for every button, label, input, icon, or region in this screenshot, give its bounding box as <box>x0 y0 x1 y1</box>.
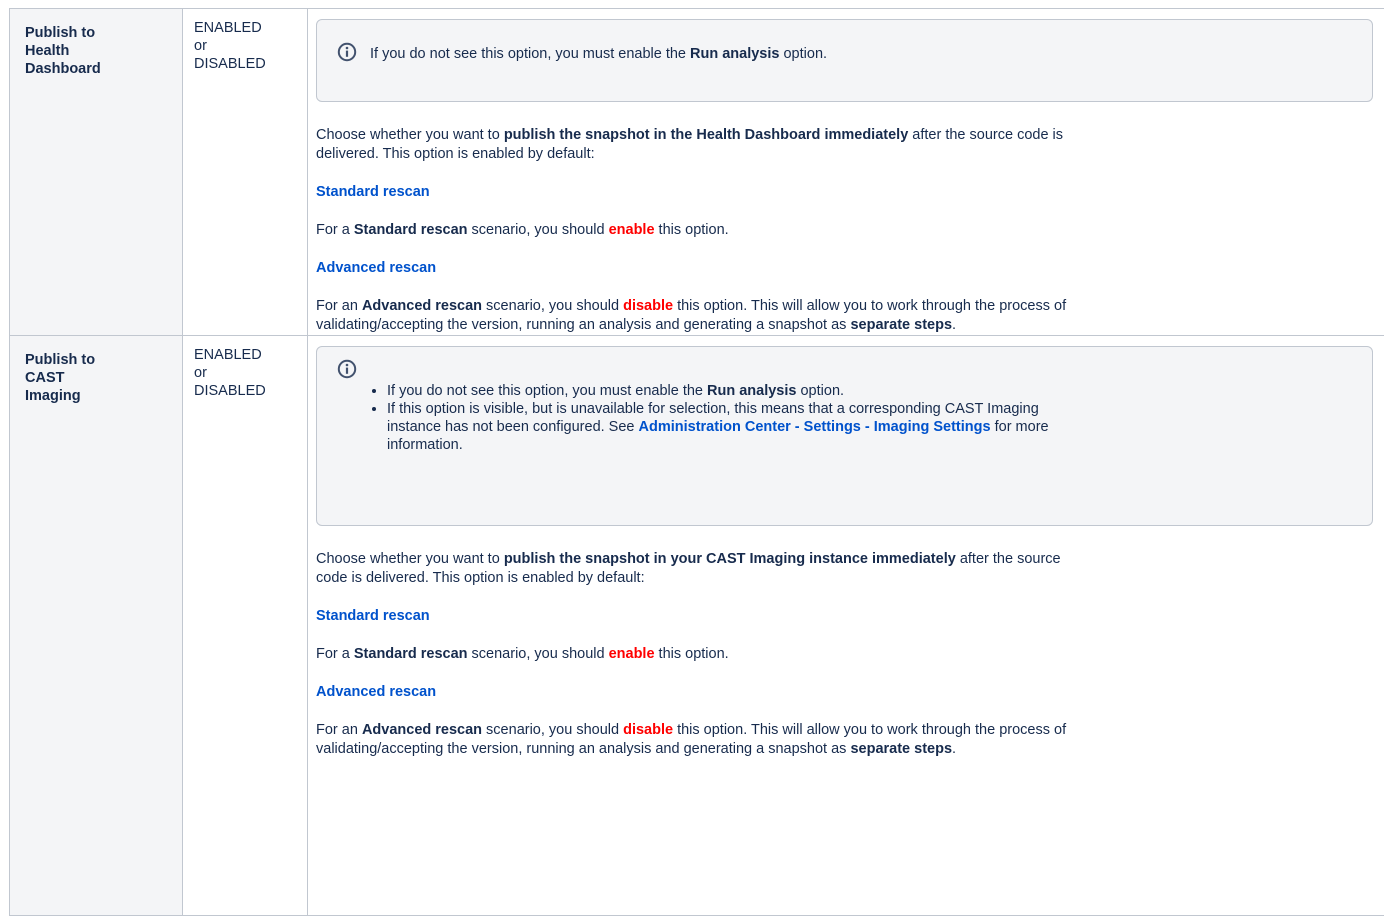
option-name: Publish toHealthDashboard <box>10 9 182 78</box>
standard-rescan-text: For a Standard rescan scenario, you shou… <box>316 645 1373 664</box>
options-table: Publish toHealthDashboard ENABLEDorDISAB… <box>9 8 1384 916</box>
advanced-rescan-heading: Advanced rescan <box>316 259 1373 278</box>
option-name-cell: Publish toCASTImaging <box>10 336 183 916</box>
option-name: Publish toCASTImaging <box>10 336 182 405</box>
info-icon <box>337 42 357 62</box>
option-description-cell: If you do not see this option, you must … <box>308 9 1384 336</box>
info-panel: If you do not see this option, you must … <box>316 19 1373 102</box>
table-row-publish-health-dashboard: Publish toHealthDashboard ENABLEDorDISAB… <box>10 9 1384 336</box>
option-values: ENABLEDorDISABLED <box>183 336 307 400</box>
advanced-rescan-text: For an Advanced rescan scenario, you sho… <box>316 721 1373 759</box>
intro-text: Choose whether you want to publish the s… <box>316 550 1373 588</box>
standard-rescan-heading: Standard rescan <box>316 607 1373 626</box>
standard-rescan-text: For a Standard rescan scenario, you shou… <box>316 221 1373 240</box>
table-row-publish-cast-imaging: Publish toCASTImaging ENABLEDorDISABLED … <box>10 336 1384 916</box>
info-list-item: If you do not see this option, you must … <box>387 382 1347 400</box>
info-list-item: If this option is visible, but is unavai… <box>387 400 1347 454</box>
imaging-settings-link[interactable]: Administration Center - Settings - Imagi… <box>639 419 991 435</box>
info-list: If you do not see this option, you must … <box>369 382 1347 454</box>
advanced-rescan-text: For an Advanced rescan scenario, you sho… <box>316 297 1373 335</box>
option-values-cell: ENABLEDorDISABLED <box>183 9 308 336</box>
option-values: ENABLEDorDISABLED <box>183 9 307 73</box>
option-name-cell: Publish toHealthDashboard <box>10 9 183 336</box>
intro-text: Choose whether you want to publish the s… <box>316 126 1373 164</box>
advanced-rescan-heading: Advanced rescan <box>316 683 1373 702</box>
option-values-cell: ENABLEDorDISABLED <box>183 336 308 916</box>
option-description-cell: If you do not see this option, you must … <box>308 336 1384 916</box>
standard-rescan-heading: Standard rescan <box>316 183 1373 202</box>
info-icon <box>337 359 357 379</box>
info-text: If you do not see this option, you must … <box>370 45 827 63</box>
info-panel: If you do not see this option, you must … <box>316 346 1373 526</box>
